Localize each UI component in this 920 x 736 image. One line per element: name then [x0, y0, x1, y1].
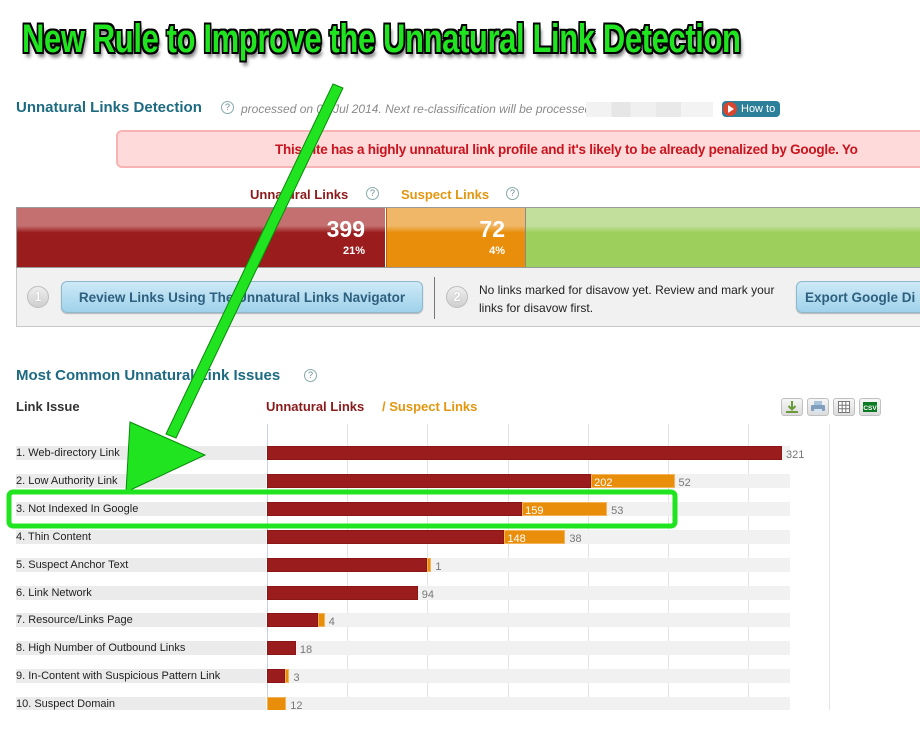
issue-label[interactable]: 3. Not Indexed In Google — [16, 502, 138, 516]
export-google-disavow-button[interactable]: Export Google Di — [796, 281, 920, 313]
gridline — [828, 424, 830, 710]
disavow-status-text: No links marked for disavow yet. Review … — [479, 283, 775, 315]
row-track — [267, 669, 790, 683]
suspect-bar[interactable] — [284, 669, 290, 683]
issue-label[interactable]: 9. In-Content with Suspicious Pattern Li… — [16, 669, 220, 683]
unnatural-links-label: Unnatural Links — [250, 187, 349, 202]
row-track — [267, 613, 790, 627]
unnatural-bar[interactable] — [267, 641, 296, 655]
issue-label[interactable]: 2. Low Authority Link — [16, 474, 118, 488]
help-icon[interactable]: ? — [366, 187, 379, 200]
bar-value-label: 12 — [290, 700, 303, 710]
issue-label[interactable]: 6. Link Network — [16, 586, 92, 600]
download-icon — [786, 401, 798, 413]
issue-label[interactable]: 5. Suspect Anchor Text — [16, 558, 128, 572]
suspect-count: 72 — [479, 216, 505, 242]
help-icon[interactable]: ? — [221, 101, 234, 114]
bar-value-label: 52 — [678, 477, 691, 489]
unnatural-count: 399 — [326, 216, 365, 242]
alert-text: This site has a highly unnatural link pr… — [275, 142, 858, 157]
table-icon — [838, 401, 850, 413]
redacted-year — [586, 102, 713, 117]
table-view-button[interactable] — [833, 398, 855, 416]
bar-value-label: 53 — [611, 505, 624, 517]
unnatural-segment[interactable]: 399 21% — [17, 208, 385, 267]
csv-icon: CSV — [863, 402, 877, 412]
csv-export-button[interactable]: CSV — [859, 398, 881, 416]
issue-label[interactable]: 8. High Number of Outbound Links — [16, 641, 185, 655]
issue-label[interactable]: 10. Suspect Domain — [16, 697, 115, 710]
detection-title: Unnatural Links Detection — [16, 99, 202, 116]
unnatural-bar[interactable] — [267, 613, 319, 627]
column-unnatural-links: Unnatural Links — [266, 399, 365, 414]
play-icon — [723, 102, 737, 116]
bar-value-label: 148 — [507, 533, 526, 545]
column-suspect-links: / Suspect Links — [382, 399, 478, 414]
print-icon — [811, 401, 825, 413]
bar-value-label: 38 — [569, 533, 582, 545]
issues-title: Most Common Unnatural Link Issues — [16, 367, 281, 384]
review-links-button[interactable]: Review Links Using The Unnatural Links N… — [61, 281, 423, 313]
step-1-badge: 1 — [27, 286, 49, 308]
unnatural-bar[interactable] — [267, 474, 592, 488]
unnatural-bar[interactable] — [267, 558, 428, 572]
penalty-alert: This site has a highly unnatural link pr… — [116, 130, 920, 168]
row-track — [267, 641, 790, 655]
suspect-percent: 4% — [489, 245, 505, 257]
unnatural-bar[interactable] — [267, 669, 285, 683]
bar-value-label: 94 — [421, 589, 435, 601]
step-2-badge: 2 — [446, 286, 468, 308]
link-profile-bar: 399 21% 72 4% — [16, 207, 920, 268]
annotation-banner-title: New Rule to Improve the Unnatural Link D… — [22, 17, 741, 61]
bar-value-label: 3 — [293, 672, 300, 684]
bar-value-label: 159 — [525, 505, 544, 517]
column-link-issue: Link Issue — [16, 399, 80, 414]
issue-label[interactable]: 7. Resource/Links Page — [16, 613, 133, 627]
suspect-bar[interactable] — [427, 558, 432, 572]
download-button[interactable] — [781, 398, 803, 416]
unnatural-bar[interactable] — [267, 586, 418, 600]
issue-label[interactable]: 1. Web-directory Link — [16, 446, 120, 460]
svg-text:CSV: CSV — [863, 405, 877, 412]
issue-label[interactable]: 4. Thin Content — [16, 530, 91, 544]
natural-segment[interactable] — [525, 208, 920, 267]
unnatural-bar[interactable] — [267, 530, 505, 544]
how-to-button[interactable]: How to — [722, 101, 780, 117]
print-button[interactable] — [807, 398, 829, 416]
unnatural-percent: 21% — [342, 245, 365, 257]
suspect-bar[interactable] — [318, 613, 325, 627]
link-issues-chart: 1. Web-directory Link 321 2. Low Authority… — [0, 420, 920, 710]
bar-value-label: 1 — [435, 561, 442, 573]
bar-value-label: 4 — [328, 616, 335, 628]
bar-value-label: 202 — [594, 477, 613, 489]
divider — [434, 277, 435, 319]
row-track — [267, 697, 790, 710]
suspect-segment[interactable]: 72 4% — [386, 208, 525, 267]
help-icon[interactable]: ? — [304, 369, 317, 382]
suspect-bar[interactable] — [267, 697, 287, 710]
unnatural-bar[interactable] — [267, 446, 782, 460]
bar-value-label: 18 — [299, 644, 313, 656]
unnatural-bar[interactable] — [267, 502, 523, 516]
suspect-links-label: Suspect Links — [401, 187, 490, 202]
bar-value-label: 321 — [786, 449, 805, 461]
how-to-label: How to — [741, 103, 776, 115]
help-icon[interactable]: ? — [506, 187, 519, 200]
